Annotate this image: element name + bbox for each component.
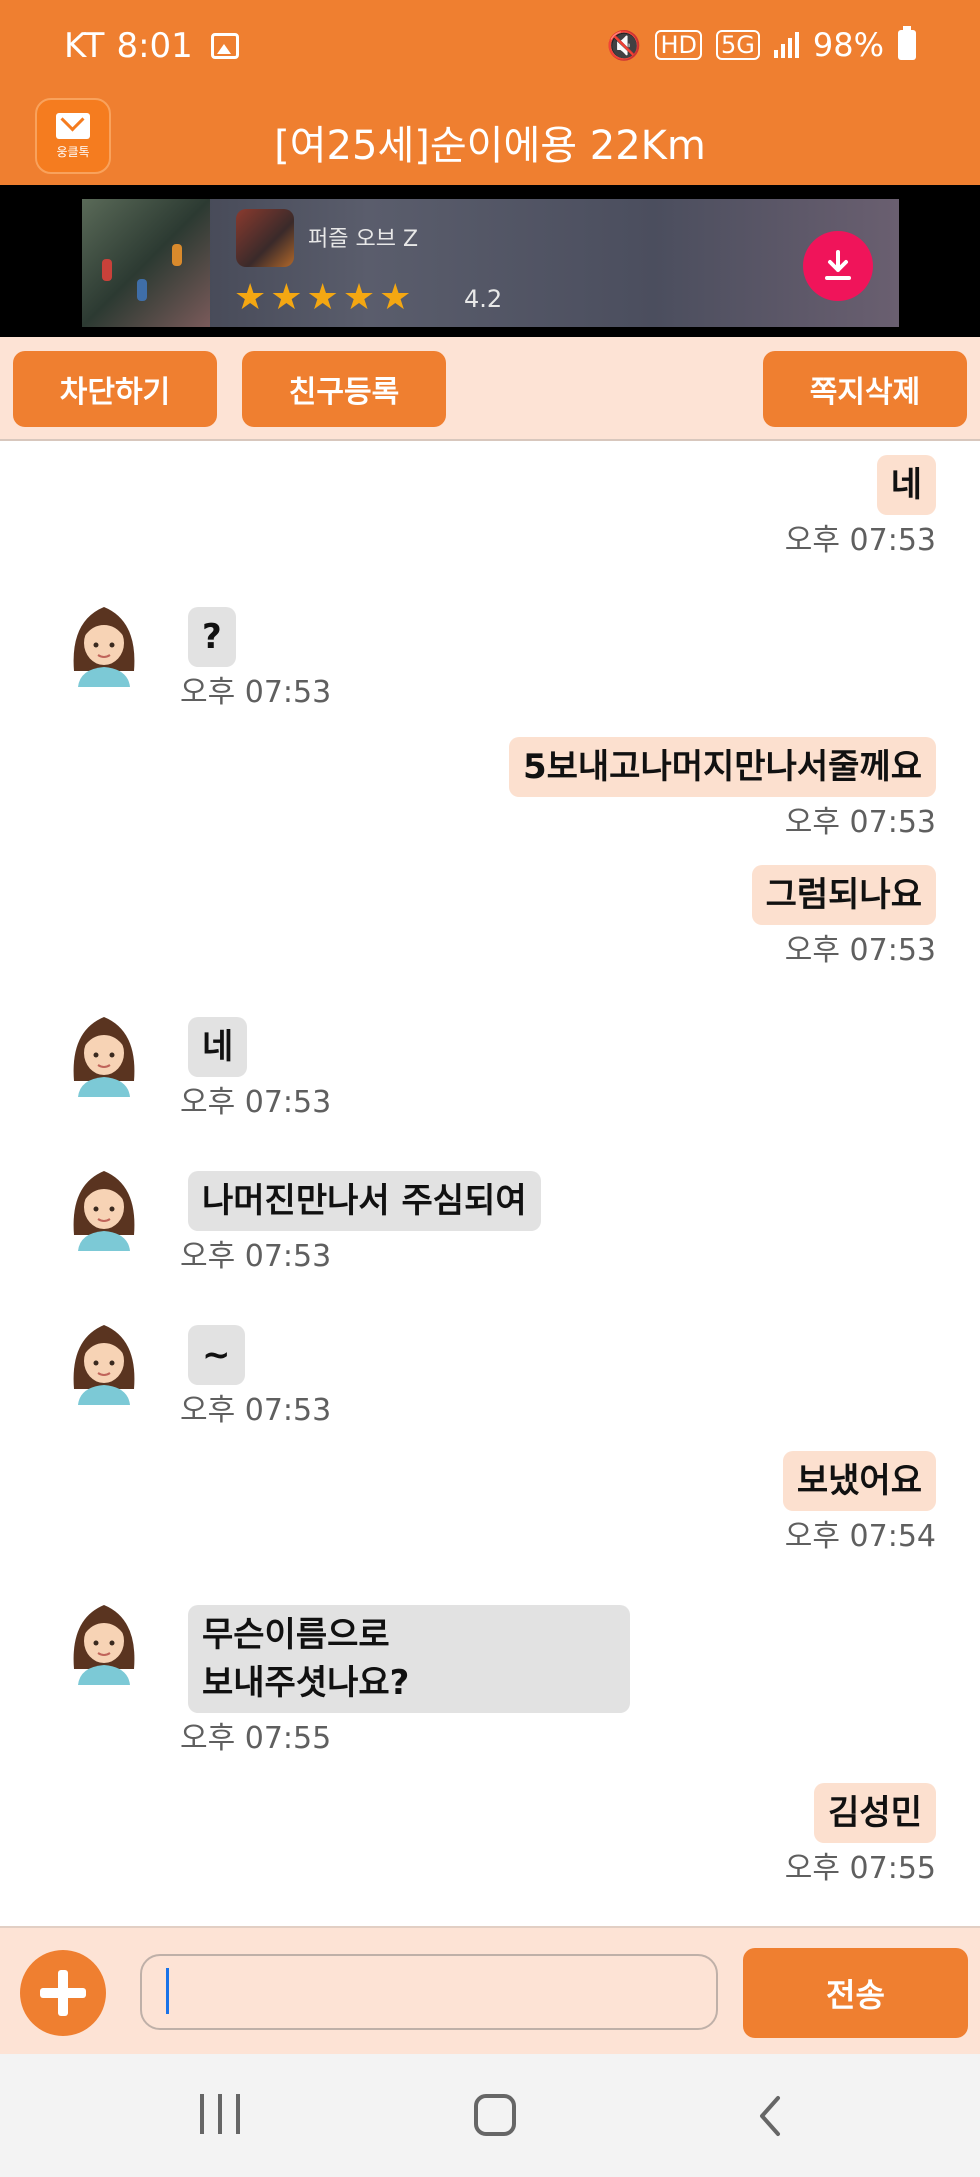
message-time: 오후 07:53 bbox=[784, 805, 936, 840]
avatar[interactable] bbox=[66, 1599, 142, 1685]
battery-percent: 98% bbox=[812, 26, 884, 64]
send-button[interactable]: 전송 bbox=[743, 1948, 968, 2038]
carrier-label: KT bbox=[64, 26, 105, 66]
hd-icon: HD bbox=[655, 30, 702, 60]
message-bubble-incoming: ~ bbox=[188, 1325, 245, 1385]
message-time: 오후 07:55 bbox=[784, 1851, 936, 1886]
ad-star-rating: ★★★★★ bbox=[234, 277, 416, 318]
message-time: 오후 07:53 bbox=[784, 523, 936, 558]
message-bubble-outgoing: 네 bbox=[876, 455, 936, 515]
message-bubble-incoming: 무슨이름으로 보내주셧나요? bbox=[188, 1605, 630, 1713]
message-time: 오후 07:53 bbox=[180, 1393, 332, 1428]
delete-messages-button[interactable]: 쪽지삭제 bbox=[763, 351, 967, 427]
avatar[interactable] bbox=[66, 1011, 142, 1097]
ad-rating-value: 4.2 bbox=[464, 285, 503, 313]
block-button[interactable]: 차단하기 bbox=[13, 351, 217, 427]
avatar[interactable] bbox=[66, 1165, 142, 1251]
attach-plus-icon[interactable] bbox=[20, 1950, 106, 2036]
ad-app-name: 퍼즐 오브 Z bbox=[308, 227, 419, 252]
status-right: 🔇 HD 5G 98% bbox=[607, 26, 916, 64]
battery-icon bbox=[898, 26, 916, 60]
message-bubble-outgoing: 5보내고나머지만나서줄께요 bbox=[508, 737, 936, 797]
message-bubble-outgoing: 그럼되나요 bbox=[751, 865, 936, 925]
message-bubble-incoming: ? bbox=[188, 607, 236, 667]
message-bubble-outgoing: 김성민 bbox=[814, 1783, 936, 1843]
message-time: 오후 07:53 bbox=[180, 675, 332, 710]
avatar[interactable] bbox=[66, 601, 142, 687]
ad-app-icon bbox=[236, 209, 294, 267]
download-icon[interactable] bbox=[803, 231, 873, 301]
message-time: 오후 07:53 bbox=[784, 933, 936, 968]
recents-icon[interactable] bbox=[200, 2094, 240, 2138]
composer-bar: 전송 bbox=[0, 1926, 980, 2054]
message-time: 오후 07:53 bbox=[180, 1085, 332, 1120]
system-nav-bar bbox=[0, 2054, 980, 2177]
message-bubble-incoming: 나머진만나서 주심되여 bbox=[188, 1171, 541, 1231]
network-5g-icon: 5G bbox=[716, 30, 760, 60]
mute-icon: 🔇 bbox=[606, 28, 642, 62]
message-list[interactable]: 네 오후 07:53 ? 오후 07:53 5보내고나머지만나서줄께요 오후 0… bbox=[0, 441, 980, 1926]
ad-content[interactable]: 퍼즐 오브 Z ★★★★★ 4.2 bbox=[82, 199, 899, 327]
avatar[interactable] bbox=[66, 1319, 142, 1405]
action-bar: 차단하기 친구등록 쪽지삭제 bbox=[0, 337, 980, 441]
message-input[interactable] bbox=[140, 1954, 718, 2030]
home-icon[interactable] bbox=[474, 2094, 516, 2136]
text-cursor bbox=[166, 1968, 169, 2014]
app-header: 웅클톡 [여25세]순이에용 22Km bbox=[0, 95, 980, 185]
ad-banner: 퍼즐 오브 Z ★★★★★ 4.2 bbox=[0, 185, 980, 337]
signal-icon bbox=[773, 32, 799, 58]
clock: 8:01 bbox=[116, 26, 193, 66]
message-bubble-incoming: 네 bbox=[188, 1017, 248, 1077]
message-time: 오후 07:53 bbox=[180, 1239, 332, 1274]
chat-title: [여25세]순이에용 22Km bbox=[274, 123, 706, 169]
ad-screenshot bbox=[82, 199, 210, 327]
message-time: 오후 07:55 bbox=[180, 1721, 332, 1756]
add-friend-button[interactable]: 친구등록 bbox=[242, 351, 446, 427]
message-bubble-outgoing: 보냈어요 bbox=[782, 1451, 936, 1511]
gallery-notification-icon bbox=[210, 33, 239, 59]
message-time: 오후 07:54 bbox=[784, 1519, 936, 1554]
back-icon[interactable] bbox=[754, 2094, 784, 2138]
status-bar: KT 8:01 🔇 HD 5G 98% bbox=[0, 0, 980, 95]
status-left: KT 8:01 bbox=[64, 26, 239, 66]
